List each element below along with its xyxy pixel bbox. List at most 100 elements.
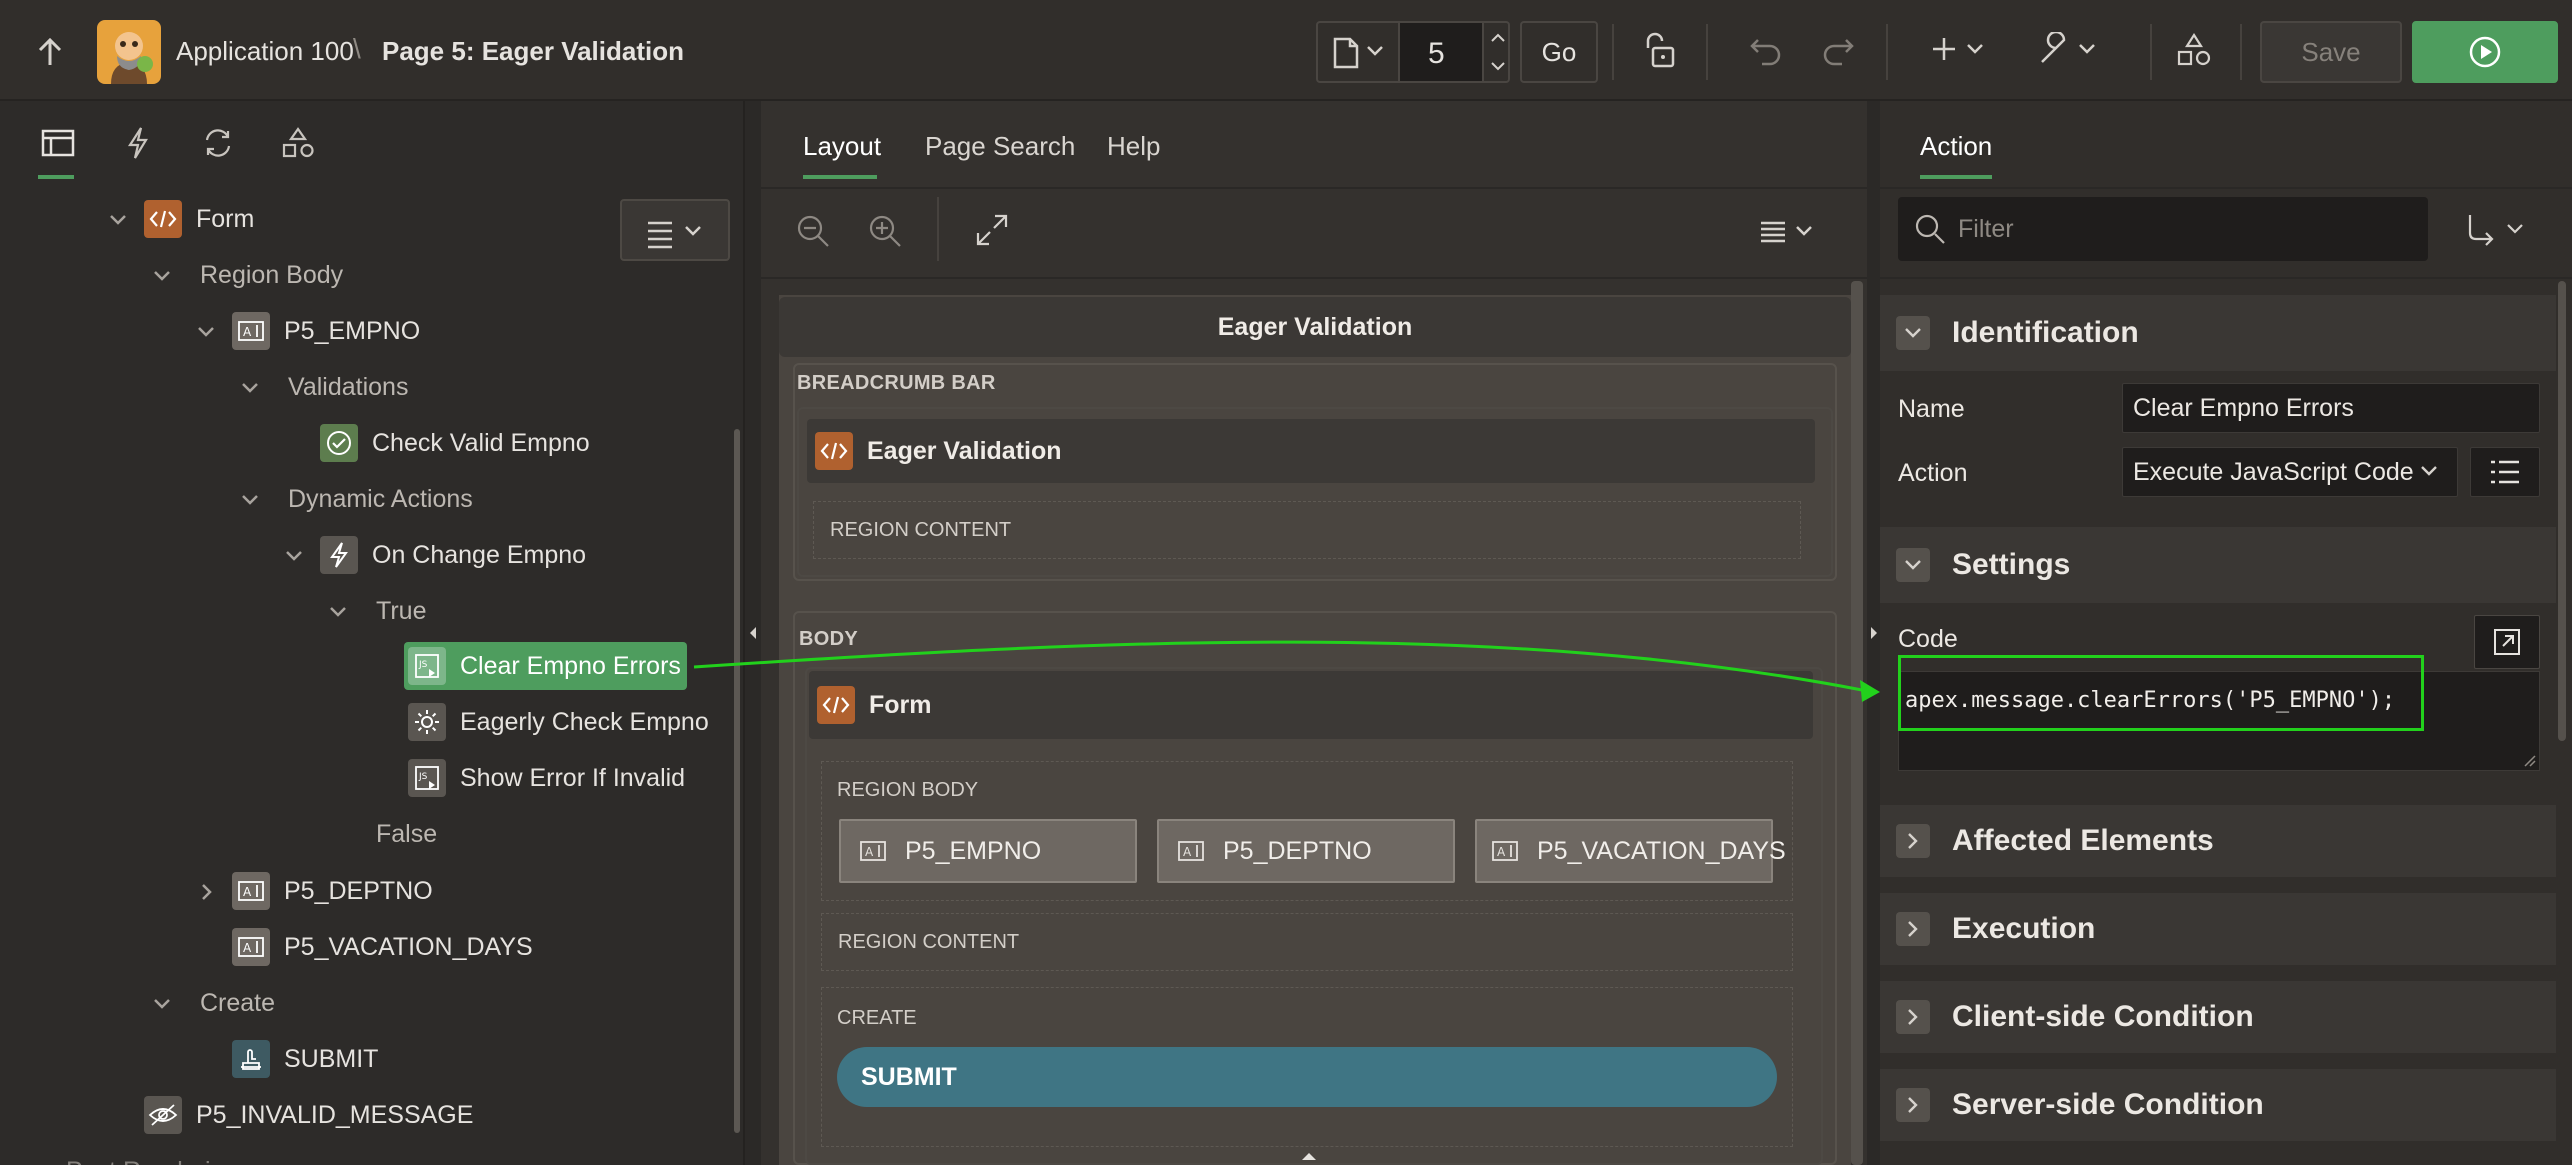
chevron-down-icon[interactable] (238, 376, 262, 400)
caret-up-icon[interactable] (1299, 1149, 1319, 1163)
breadcrumb-region-header[interactable]: Eager Validation (807, 419, 1815, 483)
page-number-input[interactable]: 5 (1428, 37, 1445, 71)
right-splitter[interactable] (1867, 101, 1880, 1165)
chevron-right-icon[interactable] (194, 880, 218, 904)
open-code-editor-button[interactable] (2474, 615, 2540, 669)
annotation-highlight-box (1898, 655, 2424, 731)
property-scrollbar[interactable] (2558, 281, 2566, 741)
dynamic-actions-tab-icon[interactable] (118, 121, 158, 165)
page-header-bar[interactable]: Eager Validation (779, 297, 1851, 357)
center-scrollbar[interactable] (1851, 281, 1863, 1165)
chevron-down-icon[interactable] (106, 208, 130, 232)
go-to-group-button[interactable] (2464, 211, 2530, 247)
tree-node-p5-deptno[interactable]: A P5_DEPTNO (232, 866, 433, 916)
name-field[interactable]: Clear Empno Errors (2122, 383, 2540, 433)
layout-menu-button[interactable] (1757, 217, 1819, 245)
property-editor: Action Filter Identification Name Clear … (1880, 101, 2572, 1165)
chevron-down-icon[interactable] (326, 600, 350, 624)
breadcrumb-region-content-slot[interactable]: REGION CONTENT (813, 501, 1801, 559)
tree-node-validations[interactable]: Validations (288, 362, 408, 412)
section-settings[interactable]: Settings (1880, 527, 2556, 603)
tree-node-p5-vacation-days[interactable]: A P5_VACATION_DAYS (232, 922, 533, 972)
action-select[interactable]: Execute JavaScript Code (2122, 447, 2458, 497)
processing-tab-icon[interactable] (198, 121, 238, 165)
page-stepper[interactable] (1482, 23, 1510, 81)
tree-node-on-change-empno[interactable]: On Change Empno (320, 530, 586, 580)
section-affected-elements[interactable]: Affected Elements (1880, 805, 2556, 877)
tree-node-check-valid-empno[interactable]: Check Valid Empno (320, 418, 590, 468)
chevron-down-icon[interactable] (150, 992, 174, 1016)
app-name-link[interactable]: Application 100 (176, 36, 354, 67)
run-page-button[interactable] (2412, 21, 2558, 83)
tree-node-label: P5_EMPNO (284, 316, 421, 345)
chevron-down-icon[interactable] (194, 320, 218, 344)
expand-icon[interactable] (975, 213, 1009, 247)
up-arrow-icon[interactable] (28, 30, 72, 74)
tree-node-clear-empno-errors[interactable]: JS Clear Empno Errors (408, 641, 681, 691)
chevron-down-icon[interactable] (282, 544, 306, 568)
undo-icon[interactable] (1748, 32, 1784, 68)
lock-icon[interactable] (1644, 32, 1678, 70)
tree-node-create[interactable]: Create (200, 978, 275, 1028)
page-selector[interactable]: 5 (1316, 21, 1510, 83)
section-identification[interactable]: Identification (1880, 295, 2556, 371)
item-label: P5_VACATION_DAYS (1537, 836, 1786, 865)
tree-scrollbar[interactable] (734, 429, 740, 1133)
section-server-side-condition[interactable]: Server-side Condition (1880, 1069, 2556, 1141)
form-region-content-slot[interactable]: REGION CONTENT (821, 913, 1793, 971)
tab-help[interactable]: Help (1107, 131, 1160, 162)
zoom-in-icon[interactable] (867, 213, 903, 249)
text-item-icon: A (232, 312, 270, 350)
page-shared-components-tab-icon[interactable] (278, 121, 318, 165)
tree-node-region-body[interactable]: Region Body (200, 250, 343, 300)
section-client-side-condition[interactable]: Client-side Condition (1880, 981, 2556, 1053)
tree-node-label: On Change Empno (372, 540, 587, 569)
zoom-out-icon[interactable] (795, 213, 831, 249)
form-region-header[interactable]: Form (809, 671, 1813, 739)
tree-node-show-error-if-invalid[interactable]: JS Show Error If Invalid (408, 753, 685, 803)
filter-input[interactable]: Filter (1898, 197, 2428, 261)
tree-node-p5-empno[interactable]: A P5_EMPNO (232, 306, 420, 356)
tree-node-form[interactable]: Form (144, 194, 254, 244)
tree-node-eagerly-check-empno[interactable]: Eagerly Check Empno (408, 697, 709, 747)
go-button[interactable]: Go (1520, 21, 1598, 83)
svg-text:JS: JS (418, 660, 428, 670)
save-button[interactable]: Save (2260, 21, 2402, 83)
layout-item-p5-vacation-days[interactable]: A P5_VACATION_DAYS (1475, 819, 1786, 883)
redo-icon[interactable] (1820, 32, 1856, 68)
chevron-right-icon (1896, 1000, 1930, 1034)
layout-item-p5-empno[interactable]: A P5_EMPNO (839, 819, 1137, 883)
list-picker-button[interactable] (2470, 447, 2540, 497)
resize-handle-icon (2524, 755, 2536, 767)
center-pane: Layout Page Search Help Eager Validation… (761, 101, 1867, 1165)
tree-node-p5-invalid-message[interactable]: P5_INVALID_MESSAGE (144, 1090, 473, 1140)
tree-menu-button[interactable] (620, 199, 730, 261)
javascript-action-icon: JS (408, 647, 446, 685)
tree-node-true[interactable]: True (376, 586, 426, 636)
utilities-menu-button[interactable] (2036, 32, 2102, 66)
chevron-down-icon[interactable] (238, 488, 262, 512)
section-execution[interactable]: Execution (1880, 893, 2556, 965)
tree-node-post-rendering[interactable]: Post Rendering (66, 1146, 238, 1165)
javascript-action-icon: JS (408, 759, 446, 797)
tree-node-label: SUBMIT (284, 1044, 379, 1073)
tree-node-dynamic-actions[interactable]: Dynamic Actions (288, 474, 473, 524)
section-title: Client-side Condition (1952, 1000, 2254, 1033)
shared-components-icon[interactable] (2176, 32, 2212, 68)
layout-item-p5-deptno[interactable]: A P5_DEPTNO (1157, 819, 1455, 883)
left-splitter[interactable] (745, 101, 761, 1165)
tree-node-submit[interactable]: SUBMIT (232, 1034, 378, 1084)
action-label: Action (1898, 459, 1968, 487)
app-avatar[interactable] (97, 20, 161, 84)
create-menu-button[interactable] (1930, 34, 1990, 64)
tab-page-search[interactable]: Page Search (925, 131, 1075, 162)
tab-layout[interactable]: Layout (803, 131, 881, 162)
chevron-down-icon[interactable] (150, 264, 174, 288)
submit-button[interactable]: SUBMIT (837, 1047, 1777, 1107)
chevron-down-icon (1896, 548, 1930, 582)
tab-action[interactable]: Action (1920, 131, 1992, 162)
tree-node-false[interactable]: False (376, 809, 437, 859)
chevron-down-icon (2419, 464, 2439, 478)
svg-text:JS: JS (418, 772, 428, 782)
rendering-tab-icon[interactable] (38, 121, 78, 165)
